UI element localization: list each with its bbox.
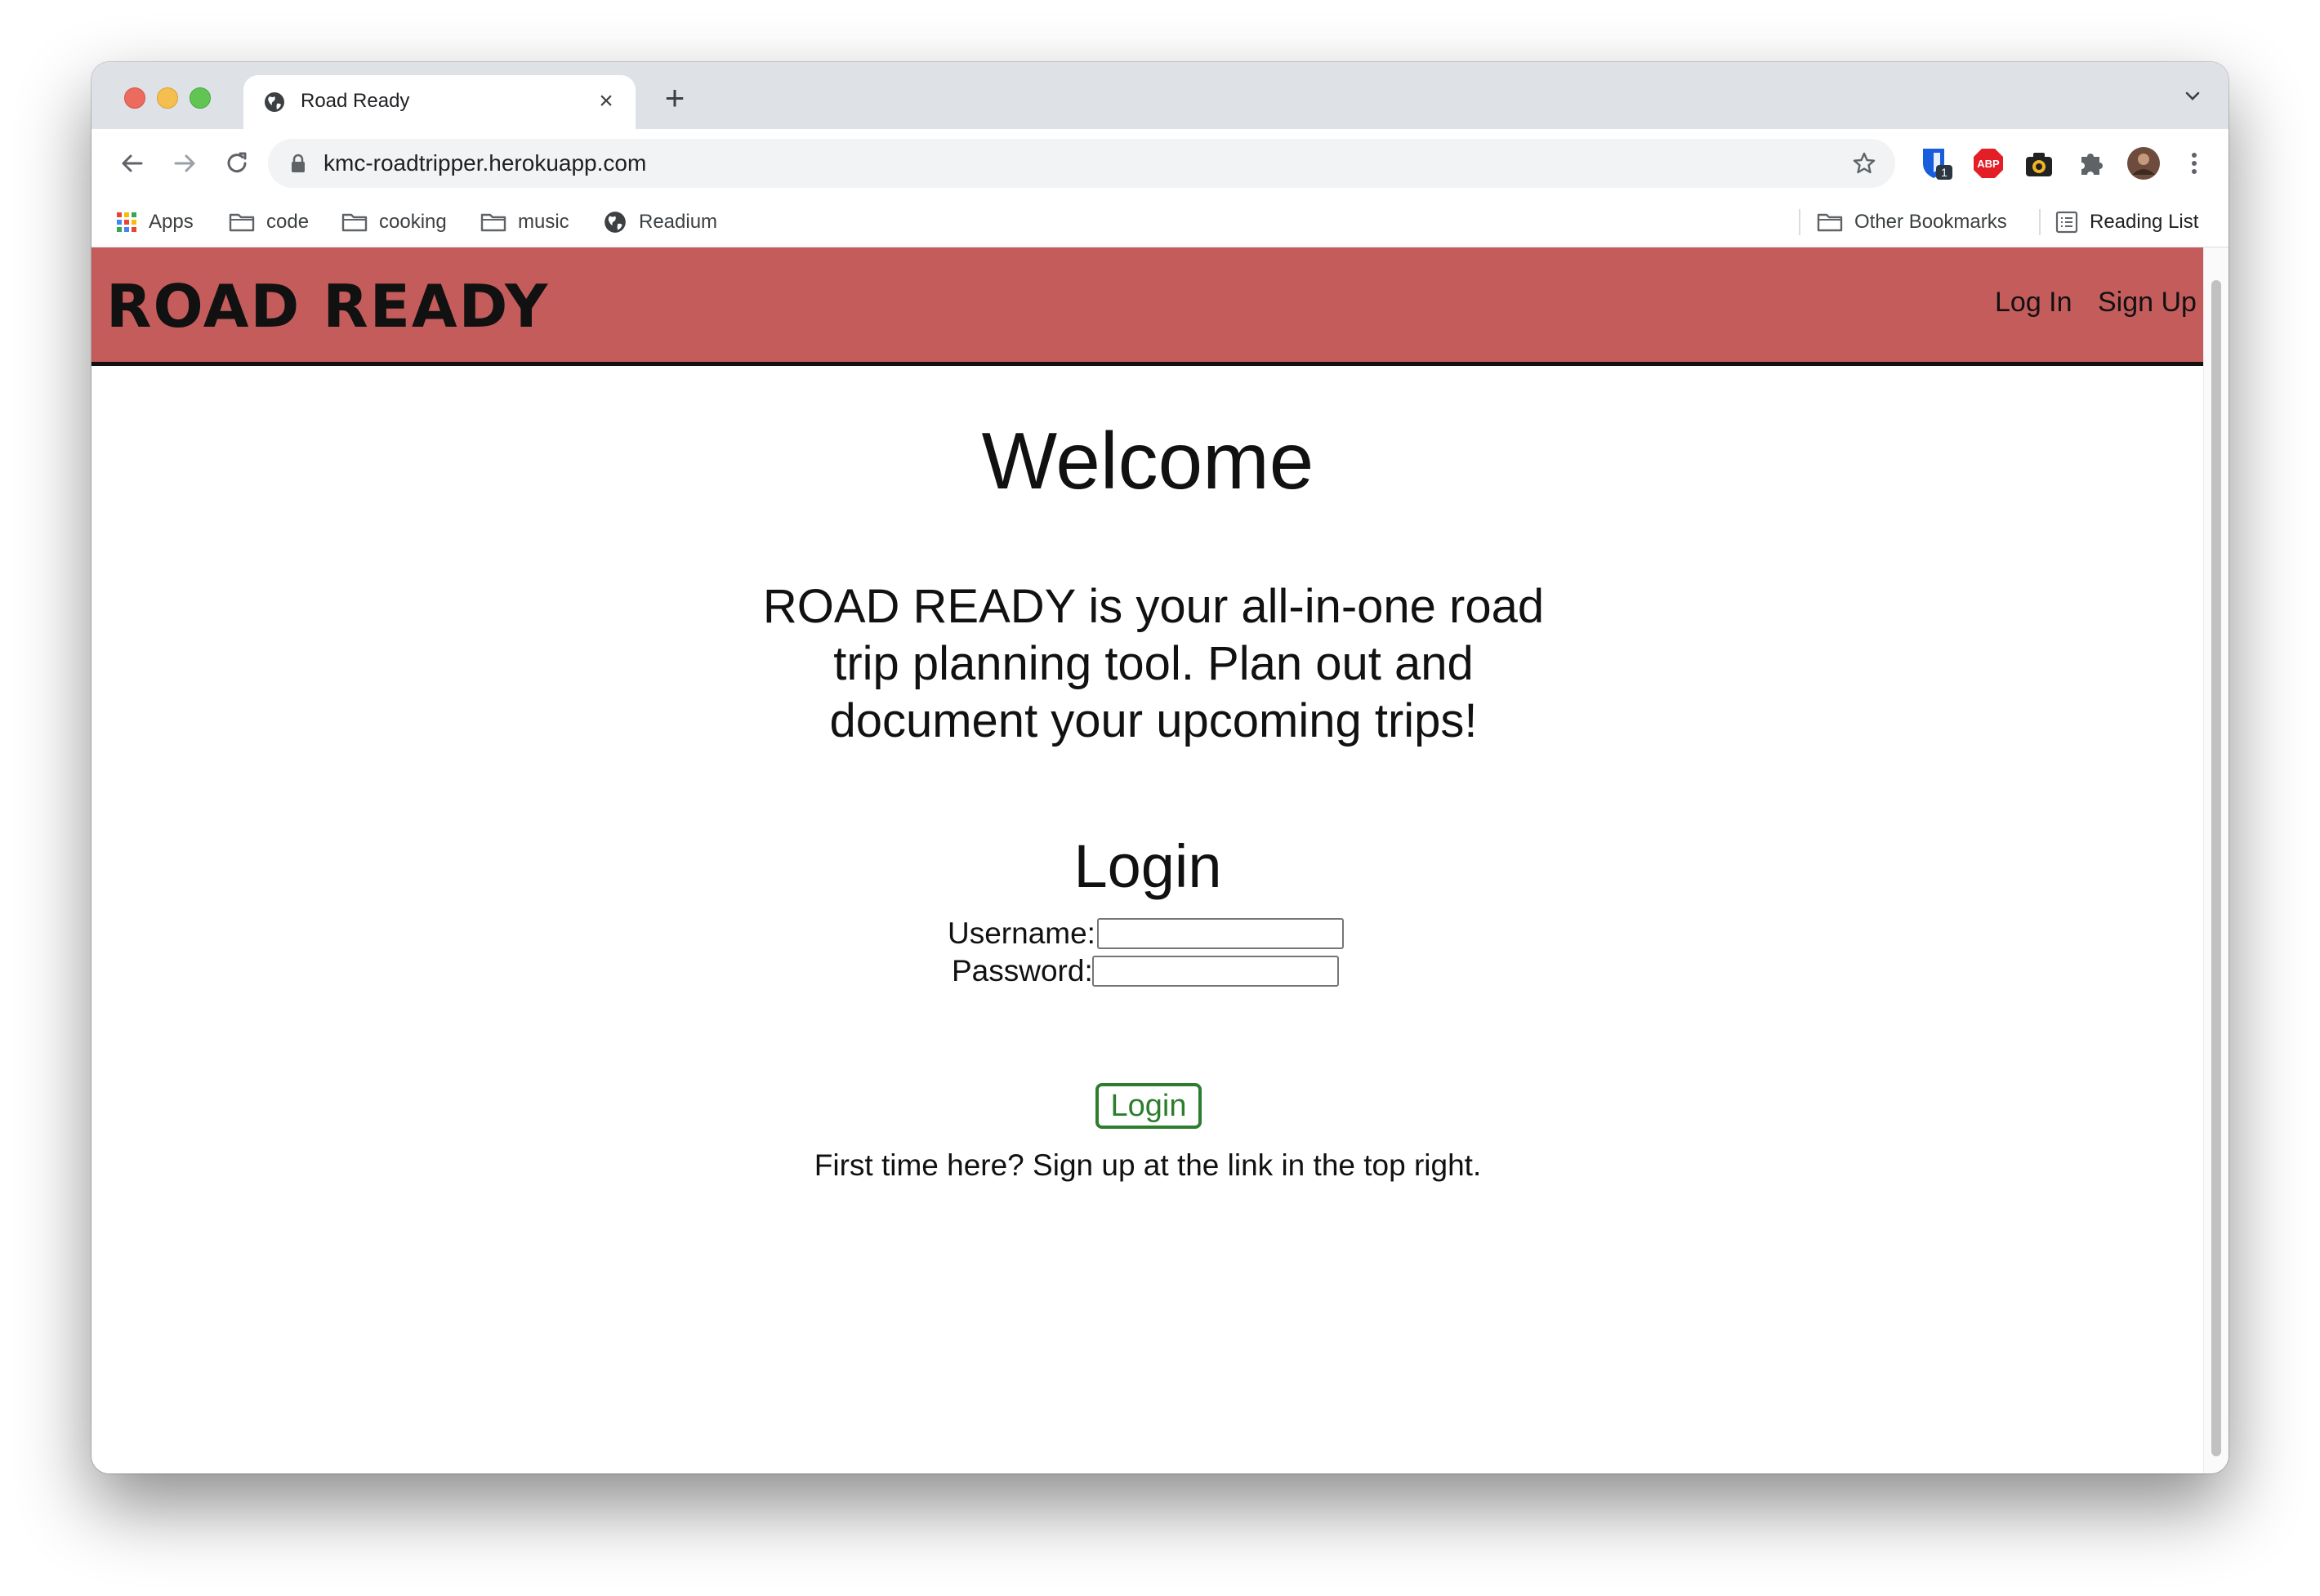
camera-icon[interactable] bbox=[2021, 145, 2057, 181]
chevron-down-icon[interactable] bbox=[2181, 85, 2204, 108]
new-tab-plus-icon[interactable]: + bbox=[657, 80, 693, 116]
welcome-heading: Welcome bbox=[981, 416, 1314, 506]
bookmarks-bar: Apps code cooking music Readium Other Bo… bbox=[91, 198, 2229, 247]
screenshot-stage: Road Ready × + kmc-roadtripper.herokuapp… bbox=[0, 0, 2320, 1596]
bookmark-label: code bbox=[266, 211, 310, 233]
signup-hint-text: First time here? Sign up at the link in … bbox=[814, 1148, 1482, 1182]
bookmark-label: cooking bbox=[379, 211, 447, 233]
login-submit-button[interactable]: Login bbox=[1095, 1083, 1202, 1129]
site-header: ROAD READY Log In Sign Up bbox=[91, 247, 2204, 366]
bookmark-other-bookmarks[interactable]: Other Bookmarks bbox=[1817, 198, 2007, 247]
bitwarden-icon[interactable]: 1 bbox=[1918, 145, 1954, 181]
bookmark-folder-cooking[interactable]: cooking bbox=[341, 198, 447, 247]
svg-text:ABP: ABP bbox=[1977, 158, 2000, 170]
bookmark-folder-code[interactable]: code bbox=[229, 198, 309, 247]
username-row: Username: bbox=[948, 916, 1372, 952]
minimize-window-button[interactable] bbox=[157, 87, 178, 109]
page-viewport: ROAD READY Log In Sign Up Welcome ROAD R… bbox=[91, 247, 2229, 1473]
bookmark-label: Readium bbox=[639, 211, 718, 233]
zoom-window-button[interactable] bbox=[190, 87, 211, 109]
lock-icon[interactable] bbox=[288, 152, 309, 175]
login-heading: Login bbox=[1073, 832, 1222, 900]
signup-nav-link[interactable]: Sign Up bbox=[2098, 287, 2197, 319]
bookmark-label: Other Bookmarks bbox=[1854, 211, 2007, 233]
bookmark-readium[interactable]: Readium bbox=[603, 198, 717, 247]
tab-road-ready[interactable]: Road Ready × bbox=[243, 75, 636, 129]
reading-list-icon bbox=[2055, 211, 2078, 234]
folder-icon bbox=[229, 213, 255, 232]
username-input[interactable] bbox=[1097, 918, 1344, 949]
globe-icon bbox=[605, 212, 626, 233]
folder-icon bbox=[480, 213, 506, 232]
tab-strip: Road Ready × + bbox=[91, 62, 2229, 129]
reading-list-label: Reading List bbox=[2090, 211, 2199, 233]
bookmark-apps[interactable]: Apps bbox=[116, 198, 194, 247]
password-row: Password: bbox=[952, 954, 1376, 990]
password-input[interactable] bbox=[1092, 956, 1339, 987]
browser-toolbar: kmc-roadtripper.herokuapp.com 1 ABP bbox=[91, 129, 2229, 198]
username-label: Username: bbox=[948, 916, 1095, 950]
bookmark-apps-label: Apps bbox=[149, 211, 194, 233]
back-arrow-icon[interactable] bbox=[116, 147, 149, 180]
kebab-menu-icon[interactable] bbox=[2176, 145, 2212, 181]
bookmark-folder-music[interactable]: music bbox=[480, 198, 569, 247]
login-nav-link[interactable]: Log In bbox=[1995, 287, 2072, 319]
tab-title: Road Ready bbox=[301, 90, 410, 112]
address-bar[interactable]: kmc-roadtripper.herokuapp.com bbox=[268, 139, 1895, 188]
reading-list-button[interactable]: Reading List bbox=[2055, 198, 2198, 247]
apps-grid-icon bbox=[117, 212, 136, 232]
url-text: kmc-roadtripper.herokuapp.com bbox=[323, 150, 647, 176]
reload-icon[interactable] bbox=[221, 147, 253, 180]
extension-badge-count: 1 bbox=[1941, 166, 1947, 179]
folder-icon bbox=[1817, 213, 1843, 232]
star-icon[interactable] bbox=[1851, 150, 1877, 176]
close-window-button[interactable] bbox=[124, 87, 145, 109]
scrollbar-thumb[interactable] bbox=[2211, 280, 2221, 1456]
avatar[interactable] bbox=[2126, 145, 2162, 181]
bookmarks-separator bbox=[2039, 209, 2041, 235]
globe-icon bbox=[265, 92, 284, 112]
password-label: Password: bbox=[952, 954, 1093, 987]
bookmark-label: music bbox=[518, 211, 569, 233]
tagline-text: ROAD READY is your all-in-one road trip … bbox=[762, 580, 1545, 747]
page-scrollbar[interactable] bbox=[2203, 247, 2229, 1473]
puzzle-icon[interactable] bbox=[2073, 145, 2109, 181]
bookmarks-separator bbox=[1799, 209, 1800, 235]
site-brand[interactable]: ROAD READY bbox=[106, 272, 549, 341]
folder-icon bbox=[341, 213, 368, 232]
forward-arrow-icon[interactable] bbox=[168, 147, 201, 180]
browser-window: Road Ready × + kmc-roadtripper.herokuapp… bbox=[91, 62, 2229, 1473]
close-tab-icon[interactable]: × bbox=[591, 87, 621, 116]
adblock-icon[interactable]: ABP bbox=[1970, 145, 2006, 181]
